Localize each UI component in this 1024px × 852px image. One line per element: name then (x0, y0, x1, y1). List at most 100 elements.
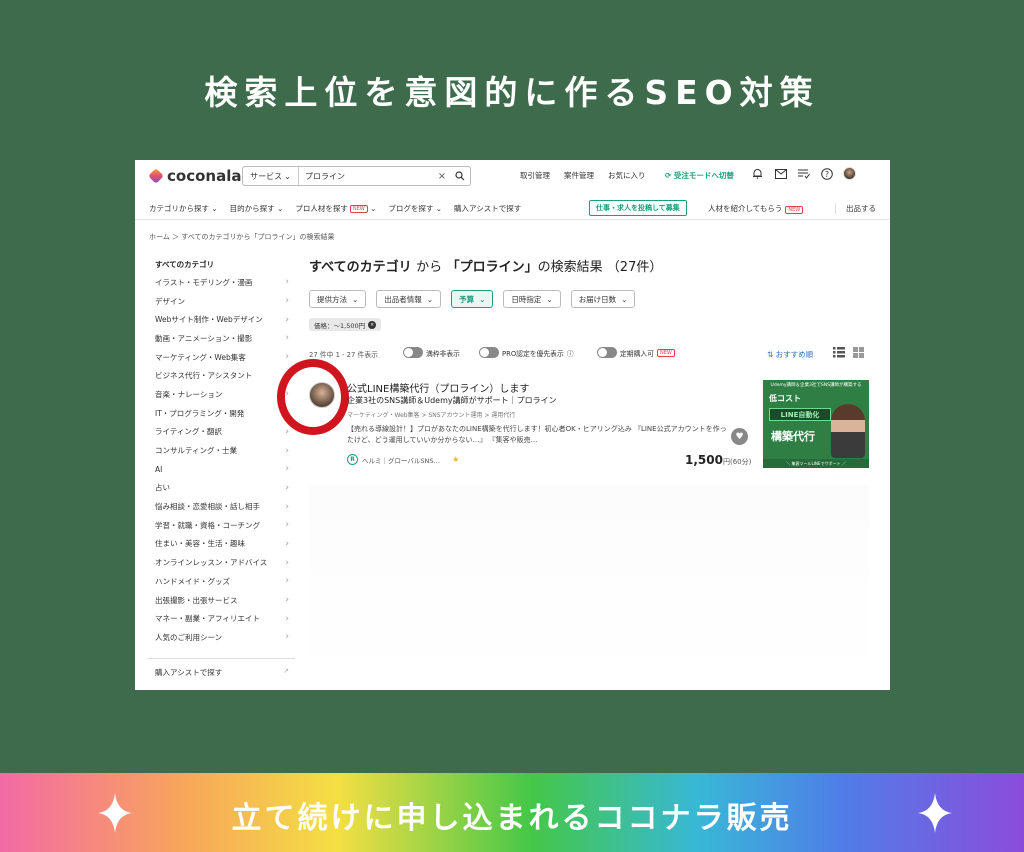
sidebar-item[interactable]: IT・プログラミング・開発 › (147, 404, 295, 423)
sort-label: おすすめ順 (775, 350, 814, 359)
favorite-heart-icon[interactable]: ♥ (731, 428, 748, 445)
sidebar-item[interactable]: 悩み相談・恋愛相談・話し相手 › (147, 497, 295, 516)
sidebar-item-label: 出張撮影・出張サービス (155, 595, 238, 605)
sidebar-item[interactable]: 人気のご利用シーン › (147, 628, 295, 647)
filter-datetime[interactable]: 日時指定 ⌄ (503, 290, 561, 308)
sidebar-heading[interactable]: すべてのカテゴリ (147, 255, 295, 273)
refer-link[interactable]: 人材を紹介してもらう NEW (708, 203, 804, 214)
service-thumbnail[interactable]: Udemy講師＆企業3社でSNS講師が構築する 低コスト LINE自動化 構築代… (763, 380, 869, 468)
filter-label: 提供方法 (317, 294, 347, 304)
toggle-switch[interactable] (479, 347, 499, 358)
nav-purpose[interactable]: 目的から探す ⌄ (230, 203, 284, 214)
nav-category-label: カテゴリから探す (149, 204, 209, 213)
service-description: 【売れる導線設計！】プロがあなたのLINE構築を代行します！初心者OK・ヒアリン… (347, 425, 727, 444)
sidebar-item[interactable]: イラスト・モデリング・漫画 › (147, 273, 295, 292)
nav-pro[interactable]: プロ人材を探す NEW ⌄ (295, 203, 376, 214)
search-box: サービス ⌄ プロライン × (242, 166, 471, 186)
chevron-right-icon: › (285, 520, 289, 531)
mail-icon[interactable] (774, 167, 787, 180)
toggle-hide-full[interactable]: 満枠非表示 (403, 347, 460, 358)
service-category[interactable]: マーケティング・Web集客 > SNSアカウント運用 > 運用代行 (347, 410, 515, 419)
close-icon[interactable]: × (368, 320, 377, 329)
help-icon[interactable]: ? (820, 167, 833, 180)
sidebar-item[interactable]: ビジネス代行・アシスタント › (147, 366, 295, 385)
chevron-right-icon: › (285, 482, 289, 493)
link-transactions[interactable]: 取引管理 (520, 170, 550, 181)
sidebar-item[interactable]: 占い › (147, 479, 295, 498)
thumb-bottom-text: ＼ 集客ツールLINEでサポート ／ (763, 459, 869, 468)
clear-icon[interactable]: × (434, 171, 450, 182)
sidebar-item-label: オンラインレッスン・アドバイス (155, 558, 268, 568)
header-links: 取引管理 案件管理 お気に入り (520, 170, 646, 181)
chevron-right-icon: › (285, 314, 289, 325)
breadcrumb[interactable]: ホーム ＞ すべてのカテゴリから「プロライン」の検索結果 (149, 232, 334, 242)
seller-name: ヘルミ｜グローバルSNS… (362, 456, 441, 465)
result-count: 27 件中 1 - 27 件表示 (309, 351, 378, 359)
sidebar-item[interactable]: 学習・就職・資格・コーチング › (147, 516, 295, 535)
sidebar-item[interactable]: 音楽・ナレーション › (147, 385, 295, 404)
filter-seller-info[interactable]: 出品者情報 ⌄ (376, 290, 442, 308)
nav-assist[interactable]: 購入アシストで探す (454, 203, 521, 214)
link-projects[interactable]: 案件管理 (564, 170, 594, 181)
sidebar-item[interactable]: コンサルティング・士業 › (147, 441, 295, 460)
chevron-right-icon: › (285, 333, 289, 344)
sidebar-item-label: IT・プログラミング・開発 (155, 408, 245, 418)
sort-icon: ⇅ (767, 350, 776, 359)
sidebar-item[interactable]: 住まい・美容・生活・趣味 › (147, 535, 295, 554)
thumb-main-text: 構築代行 (771, 430, 815, 443)
grid-view-icon[interactable] (853, 347, 864, 360)
sort-select[interactable]: ⇅ おすすめ順 (767, 349, 813, 360)
search-icon[interactable] (450, 167, 470, 185)
toggle-switch[interactable] (403, 347, 423, 358)
svg-text:?: ? (824, 170, 828, 179)
chevron-down-icon: ⌄ (621, 294, 628, 304)
chevron-down-icon: ⌄ (546, 294, 553, 304)
search-category-select[interactable]: サービス ⌄ (243, 167, 299, 185)
header-icons: ? (751, 167, 856, 180)
sidebar-item[interactable]: 動画・アニメーション・撮影 › (147, 329, 295, 348)
sidebar-item[interactable]: 出張撮影・出張サービス › (147, 591, 295, 610)
nav-blog[interactable]: ブログを探す ⌄ (388, 203, 442, 214)
toggle-pro-first[interactable]: PRO認定を優先表示 ⓘ (479, 347, 574, 358)
sidebar-item[interactable]: ライティング・翻訳 › (147, 423, 295, 442)
sidebar-item[interactable]: オンラインレッスン・アドバイス › (147, 553, 295, 572)
toggle-switch[interactable] (597, 347, 617, 358)
sidebar-item[interactable]: Webサイト制作・Webデザイン › (147, 310, 295, 329)
price-filter-chip[interactable]: 価格：〜1,500円 × (309, 318, 382, 331)
checklist-icon[interactable] (797, 167, 810, 180)
sidebar-item-label: AI (155, 464, 163, 474)
sidebar-item[interactable]: AI › (147, 460, 295, 479)
mode-switch-link[interactable]: ⟳ 受注モードへ切替 (665, 170, 734, 181)
post-job-button[interactable]: 仕事・求人を投稿して募集 (589, 200, 687, 216)
chevron-down-icon: ⌄ (284, 171, 291, 181)
filter-label: 出品者情報 (384, 294, 422, 304)
link-favorites[interactable]: お気に入り (608, 170, 646, 181)
user-avatar[interactable] (843, 167, 856, 180)
sidebar-item[interactable]: マネー・副業・アフィリエイト › (147, 609, 295, 628)
filter-delivery-days[interactable]: お届け日数 ⌄ (570, 290, 636, 308)
search-input[interactable]: プロライン (299, 171, 434, 182)
sidebar-item[interactable]: デザイン › (147, 292, 295, 311)
seller-info[interactable]: R ヘルミ｜グローバルSNS… ★ (347, 454, 459, 465)
sell-link[interactable]: 出品する (835, 203, 876, 214)
filter-delivery-method[interactable]: 提供方法 ⌄ (309, 290, 367, 308)
list-view-icon[interactable] (833, 347, 845, 360)
nav-category[interactable]: カテゴリから探す ⌄ (149, 203, 218, 214)
sidebar-item[interactable]: ハンドメイド・グッズ › (147, 572, 295, 591)
sidebar-item-label: 占い (155, 483, 170, 493)
results-heading-category: すべてのカテゴリ (309, 260, 412, 275)
chevron-right-icon: › (285, 613, 289, 624)
sidebar-item[interactable]: マーケティング・Web集客 › (147, 348, 295, 367)
banner-text: 立て続けに申し込まれるココナラ販売 (231, 801, 793, 836)
chevron-right-icon: › (285, 445, 289, 456)
coconala-logo[interactable]: coconala (148, 167, 241, 185)
service-title[interactable]: 公式LINE構築代行（プロライン）します (347, 380, 529, 395)
chevron-right-icon: › (285, 595, 289, 606)
bell-icon[interactable] (751, 167, 764, 180)
filter-budget[interactable]: 予算 ⌄ (451, 290, 494, 308)
toggle-subscription[interactable]: 定期購入可 NEW (597, 347, 675, 358)
chip-label: 価格：〜1,500円 (314, 321, 366, 330)
sidebar-item-label: イラスト・モデリング・漫画 (155, 277, 253, 287)
sidebar-assist-link[interactable]: 購入アシストで探す ↗ (147, 658, 295, 678)
results-heading: すべてのカテゴリ から 「プロライン」の検索結果 （27件） (309, 256, 662, 275)
